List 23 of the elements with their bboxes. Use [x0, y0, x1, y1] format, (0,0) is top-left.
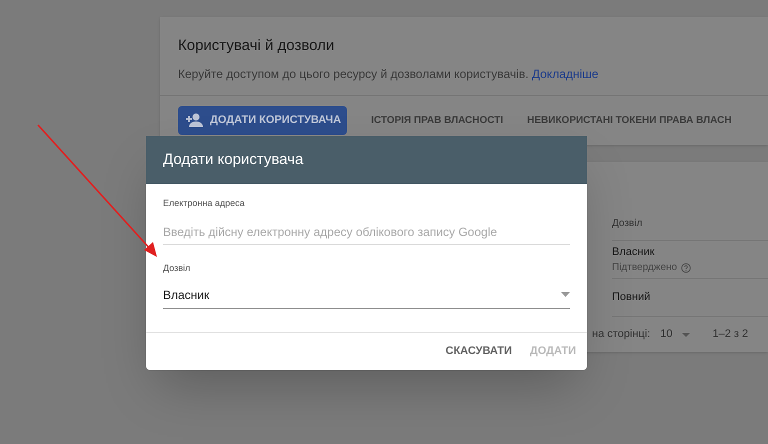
dialog-button[interactable]: СКАСУВАТИ: [446, 343, 512, 360]
rows-per-page-label: на сторінці:: [592, 327, 650, 342]
table-cell-text: Повний: [612, 290, 652, 306]
page-title: Користувачі й дозволи: [178, 36, 336, 56]
caret-icon: [561, 292, 570, 297]
dialog-title: Додати користувача: [163, 150, 304, 170]
help-icon: [681, 262, 692, 273]
column-header: Дозвіл: [612, 216, 642, 231]
caret-icon: [682, 332, 690, 337]
add-user-button[interactable]: ДОДАТИ КОРИСТУВАЧА: [178, 106, 348, 134]
status-text: Підтверджено: [612, 261, 678, 276]
field-label: Дозвіл: [163, 262, 192, 275]
add-person-icon: [184, 113, 204, 127]
page-range: 1–2 з 2: [712, 327, 748, 342]
table-cell-text: Власник: [612, 244, 656, 260]
page-description: Керуйте доступом до цього ресурсу й дозволами користувачів.: [178, 66, 529, 80]
page-size-select[interactable]: 10: [660, 326, 690, 343]
field-label: Електронна адреса: [163, 197, 246, 210]
email-field[interactable]: Введіть дійсну електронну адресу облікового запису Google: [163, 220, 570, 244]
learn-more-link[interactable]: Докладніше: [532, 66, 598, 80]
tab[interactable]: НЕВИКОРИСТАНІ ТОКЕНИ ПРАВА ВЛАСН: [527, 112, 732, 128]
tab[interactable]: ІСТОРІЯ ПРАВ ВЛАСНОСТІ: [371, 112, 504, 128]
permission-select[interactable]: Власник: [163, 281, 570, 309]
